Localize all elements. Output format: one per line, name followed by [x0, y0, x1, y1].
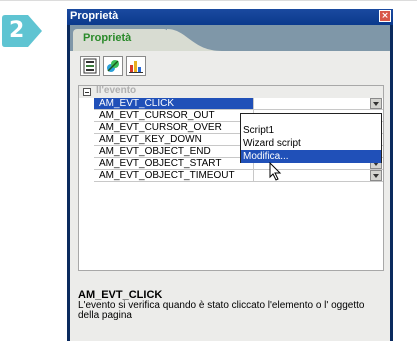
property-name: AM_EVT_CURSOR_OVER — [94, 122, 254, 133]
collapse-icon[interactable] — [83, 88, 91, 96]
property-value[interactable] — [254, 98, 383, 109]
section-label: Il'evento — [96, 85, 137, 96]
tab-properties[interactable]: Proprietà — [73, 29, 168, 51]
top-divider — [0, 0, 417, 1]
script-events-icon — [107, 60, 119, 72]
step-badge: 2 — [0, 14, 44, 48]
tab-curve — [167, 29, 222, 51]
script-events-button[interactable] — [103, 56, 123, 76]
property-row[interactable]: AM_EVT_CLICK — [94, 98, 383, 110]
property-name: AM_EVT_CURSOR_OUT — [94, 110, 254, 121]
categorized-list-button[interactable] — [80, 56, 100, 76]
bar-chart-icon — [129, 61, 143, 73]
property-name: AM_EVT_OBJECT_TIMEOUT — [94, 170, 254, 181]
properties-window: Proprietà × Proprietà Il'evento AM_EVT_C… — [67, 9, 393, 341]
property-name: AM_EVT_CLICK — [94, 98, 254, 109]
property-row[interactable]: AM_EVT_OBJECT_TIMEOUT — [94, 170, 383, 182]
dropdown-option[interactable]: Script1 — [241, 124, 381, 137]
dropdown-arrow-icon[interactable] — [370, 170, 382, 181]
dropdown-option[interactable]: Wizard script — [241, 137, 381, 150]
step-number: 2 — [9, 18, 25, 43]
title-bar[interactable]: Proprietà × — [67, 9, 393, 25]
dropdown-list: Script1 Wizard script Modifica... — [240, 113, 382, 163]
section-header[interactable]: Il'evento — [79, 85, 383, 98]
property-name: AM_EVT_OBJECT_START — [94, 158, 254, 169]
tab-label: Proprietà — [83, 32, 132, 44]
properties-panel: Il'evento AM_EVT_CLICK AM_EVT_CURSOR_OUT… — [70, 51, 390, 341]
dropdown-arrow-icon[interactable] — [370, 98, 382, 109]
description-pane: AM_EVT_CLICK L'evento si verifica quando… — [78, 289, 384, 337]
categorized-list-icon — [83, 58, 97, 74]
dropdown-option-highlighted[interactable]: Modifica... — [241, 150, 381, 163]
property-name: AM_EVT_OBJECT_END — [94, 146, 254, 157]
tab-strip: Proprietà — [70, 25, 390, 51]
bar-chart-button[interactable] — [126, 56, 146, 76]
description-text: L'evento si verifica quando è stato clic… — [78, 300, 365, 321]
window-title: Proprietà — [70, 10, 119, 22]
mouse-pointer-icon — [269, 162, 282, 181]
close-icon[interactable]: × — [379, 10, 391, 22]
property-name: AM_EVT_KEY_DOWN — [94, 134, 254, 145]
